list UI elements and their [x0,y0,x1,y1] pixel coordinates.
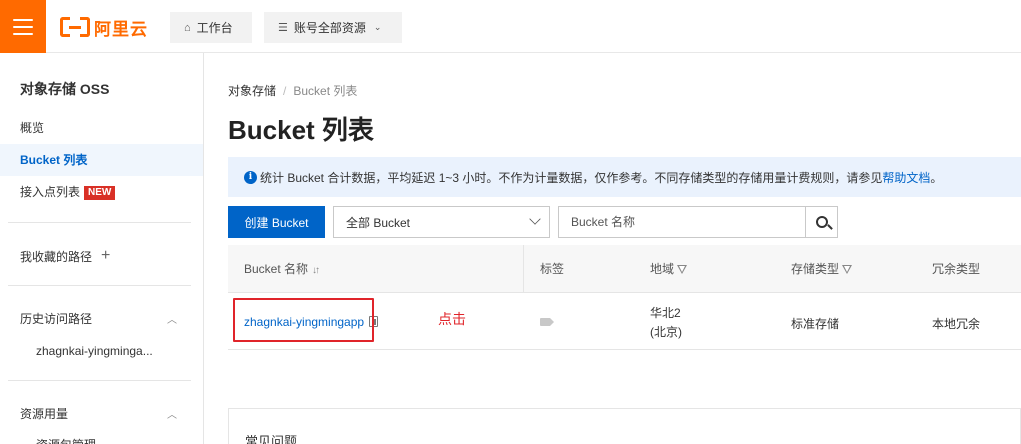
column-header-label: 存储类型 [791,262,840,276]
sidebar-item-label: Bucket 列表 [20,153,88,167]
sidebar-item-label: 概览 [20,121,45,135]
favorites-label: 我收藏的路径 [20,250,93,264]
column-header-label: 地域 [650,262,675,276]
search-button[interactable] [805,206,838,238]
filter-icon[interactable] [842,265,853,274]
breadcrumb-separator: / [283,84,287,98]
search-icon [815,216,828,228]
chevron-down-icon: ⌄ [373,22,382,32]
aliyun-logo[interactable]: 阿里云 [60,14,148,40]
sidebar-item-access-points[interactable]: 接入点列表 NEW [0,176,203,208]
sidebar-item-label: 接入点列表 [20,185,81,199]
page-title: Bucket 列表 [228,115,374,145]
home-icon: ⌂ [184,21,191,34]
table-header: Bucket 名称 ↓↑ 标签 地域 存储类型 冗余类型 [228,245,1021,349]
sidebar-divider [8,222,191,223]
region-line1: 华北2 [650,306,681,320]
column-header-label: Bucket 名称 [244,262,309,276]
help-doc-link[interactable]: 帮助文档 [882,169,930,186]
breadcrumb-current: Bucket 列表 [293,84,358,98]
notice-end: 。 [930,170,943,185]
faq-panel: 常见问题 [228,408,1021,444]
add-favorite-plus-icon[interactable]: + [101,248,110,264]
aliyun-logo-mark-icon [60,17,90,37]
resources-label: 账号全部资源 [293,21,366,35]
annotation-highlight-box [233,298,374,342]
chevron-up-icon[interactable]: ︿ [167,311,177,326]
usage-sub-item[interactable]: 资源包管理 [36,436,96,444]
bucket-filter-select[interactable]: 全部 Bucket [333,206,550,238]
logo-text: 阿里云 [94,19,148,39]
chevron-up-icon[interactable]: ︿ [167,406,177,421]
sidebar: 对象存储 OSS 概览 Bucket 列表 接入点列表 NEW 我收藏的路径 + … [0,53,204,444]
sidebar-item-overview[interactable]: 概览 [0,112,203,144]
filter-icon[interactable] [677,265,688,274]
region-line2: (北京) [650,325,682,339]
create-bucket-button[interactable]: 创建 Bucket [228,206,325,238]
bucket-filter-value: 全部 Bucket [346,215,411,230]
column-header-name[interactable]: Bucket 名称 ↓↑ [244,245,320,295]
breadcrumb-root[interactable]: 对象存储 [228,84,276,98]
column-header-storage-class[interactable]: 存储类型 [791,245,853,293]
sidebar-title: 对象存储 OSS [20,81,110,97]
hamburger-menu-icon[interactable] [0,0,46,53]
sidebar-item-bucket-list[interactable]: Bucket 列表 [0,144,203,176]
redundancy-cell: 本地冗余 [932,317,981,331]
sidebar-divider [8,380,191,381]
workbench-label: 工作台 [196,21,233,35]
notice-text: 统计 Bucket 合计数据，平均延迟 1~3 小时。不作为计量数据，仅作参考。… [260,170,883,185]
info-notice: i 统计 Bucket 合计数据，平均延迟 1~3 小时。不作为计量数据，仅作参… [228,157,1021,197]
faq-title: 常见问题 [245,434,298,444]
storage-class-cell: 标准存储 [791,317,840,331]
info-icon: i [244,170,257,184]
column-header-redundancy: 冗余类型 [932,262,981,276]
bucket-search-input[interactable] [558,206,806,238]
resources-dropdown[interactable]: ☰ 账号全部资源 ⌄ [264,12,402,43]
annotation-click-label: 点击 [438,311,466,327]
sidebar-divider [8,285,191,286]
region-cell: 华北2 (北京) [650,304,682,342]
column-header-tags: 标签 [540,262,565,276]
chevron-down-icon [529,213,541,225]
new-badge: NEW [84,186,116,200]
workbench-button[interactable]: ⌂ 工作台 [170,12,252,43]
breadcrumb: 对象存储 / Bucket 列表 [228,82,357,99]
tag-icon[interactable] [540,318,554,326]
history-label: 历史访问路径 [20,312,93,326]
list-icon: ☰ [278,22,288,34]
top-navigation-bar: 阿里云 ⌂ 工作台 ☰ 账号全部资源 ⌄ [0,0,1021,53]
column-header-region[interactable]: 地域 [650,245,688,293]
history-item[interactable]: zhagnkai-yingminga... [36,344,153,358]
usage-label: 资源用量 [20,407,69,421]
sort-icon[interactable]: ↓↑ [312,247,320,295]
